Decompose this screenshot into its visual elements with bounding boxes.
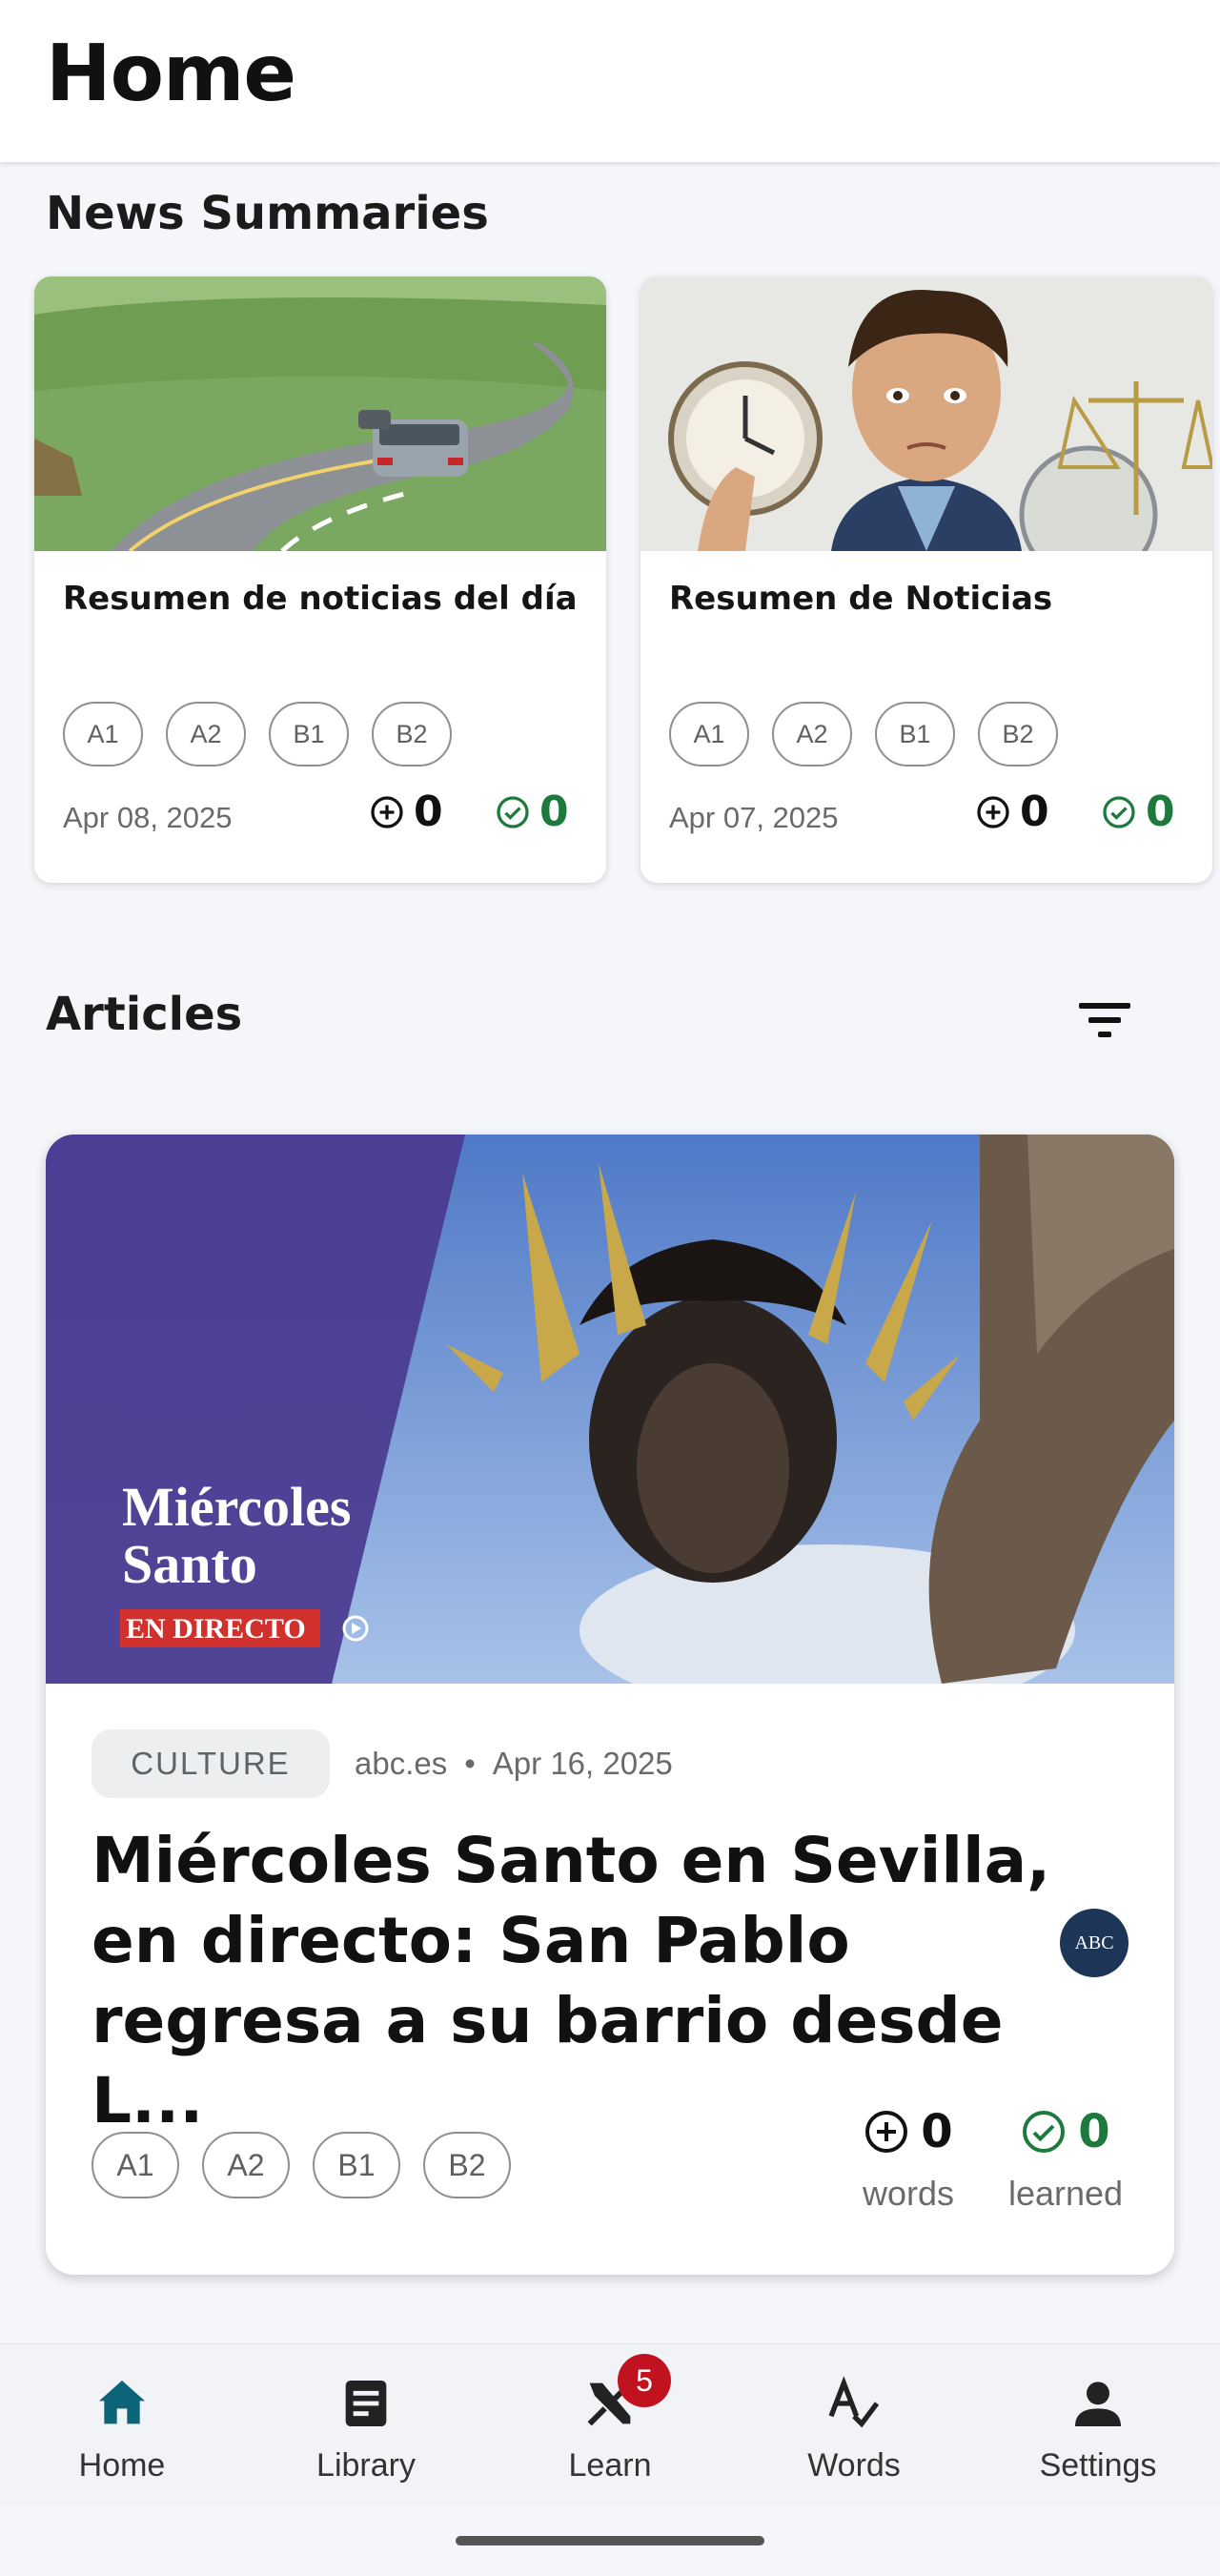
words-value: 0 [921,2105,953,2158]
add-circle-icon [865,2111,908,2153]
level-pill-a2: A2 [202,2132,290,2198]
words-value: 0 [1020,787,1049,836]
article-title-line: en directo: San Pablo [92,1904,850,1977]
article-date: Apr 16, 2025 [492,1746,673,1781]
article-meta: CULTURE abc.es • Apr 16, 2025 [92,1729,673,1798]
add-circle-icon [371,795,403,828]
check-circle-icon [497,795,529,828]
learn-badge: 5 [618,2354,671,2407]
level-pill-b2: B2 [978,702,1058,767]
words-value: 0 [414,787,443,836]
level-pill-b2: B2 [372,702,452,767]
nav-label: Library [316,2447,416,2484]
level-pill-a1: A1 [63,702,143,767]
learned-value: 0 [1146,787,1175,836]
level-pill-b2: B2 [423,2132,511,2198]
news-title: Resumen de Noticias [669,580,1053,618]
news-title: Resumen de noticias del día [63,580,578,618]
news-summary-card[interactable]: Resumen de noticias del día A1 A2 B1 B2 … [34,276,606,883]
category-chip[interactable]: CULTURE [92,1729,330,1798]
bottom-navigation: Home Library 5 Learn Words Settings [0,2343,1220,2506]
person-icon [1075,2382,1121,2426]
news-summary-card[interactable]: Resumen de Noticias A1 A2 B1 B2 Apr 07, … [640,276,1212,883]
add-circle-icon [977,795,1009,828]
level-pills: A1 A2 B1 B2 [63,702,452,767]
article-title-line: Miércoles Santo en Sevilla, [92,1824,1051,1897]
app-header: Home [0,0,1220,162]
learned-stat: 0 learned [999,2105,1132,2214]
nav-item-settings[interactable]: Settings [1003,2344,1193,2506]
nav-label: Home [78,2447,166,2484]
learned-count: 0 [496,787,569,836]
library-icon [345,2381,387,2426]
articles-heading: Articles [46,988,243,1041]
home-indicator[interactable] [456,2536,764,2545]
words-count: 0 [370,787,443,836]
check-circle-icon [1023,2111,1066,2153]
article-source: abc.es [355,1746,448,1781]
nav-label: Words [807,2447,901,2484]
filter-icon[interactable] [1073,992,1136,1049]
nav-item-home[interactable]: Home [27,2344,217,2506]
image-text-tag: EN DIRECTO [126,1613,306,1645]
learned-label: learned [1007,2174,1124,2213]
level-pill-a2: A2 [166,702,246,767]
level-pill-b1: B1 [875,702,955,767]
article-card[interactable]: Miércoles Santo EN DIRECTO CULTURE abc.e… [46,1135,1174,2275]
news-date: Apr 08, 2025 [63,801,233,834]
page-title: Home [46,29,296,119]
news-image-person [640,276,1212,551]
words-count: 0 [976,787,1049,836]
words-label: words [862,2174,955,2213]
words-stat: 0 words [856,2105,961,2214]
home-icon [99,2381,145,2424]
learned-value: 0 [539,787,569,836]
news-date: Apr 07, 2025 [669,801,839,834]
article-title: Miércoles Santo en Sevilla, en directo: … [92,1821,1064,2141]
level-pill-b1: B1 [313,2132,400,2198]
check-circle-icon [1103,795,1135,828]
nav-label: Settings [1039,2447,1157,2484]
learned-count: 0 [1102,787,1175,836]
words-icon [828,2376,880,2428]
meta-separator: • [464,1746,476,1781]
nav-item-words[interactable]: Words [759,2344,949,2506]
level-pills: A1 A2 B1 B2 [92,2132,511,2198]
level-pill-a1: A1 [92,2132,179,2198]
level-pill-a1: A1 [669,702,749,767]
nav-item-learn[interactable]: 5 Learn [515,2344,705,2506]
news-image-road [34,276,606,551]
article-image: Miércoles Santo EN DIRECTO [46,1135,1174,1684]
nav-item-library[interactable]: Library [271,2344,461,2506]
source-logo: ABC [1060,1909,1128,1977]
nav-label: Learn [568,2447,652,2484]
level-pills: A1 A2 B1 B2 [669,702,1058,767]
image-text-line2: Santo [122,1533,257,1595]
level-pill-b1: B1 [269,702,349,767]
level-pill-a2: A2 [772,702,852,767]
image-text-line1: Miércoles [122,1476,351,1538]
news-summaries-heading: News Summaries [46,187,489,240]
learned-value: 0 [1078,2105,1110,2158]
